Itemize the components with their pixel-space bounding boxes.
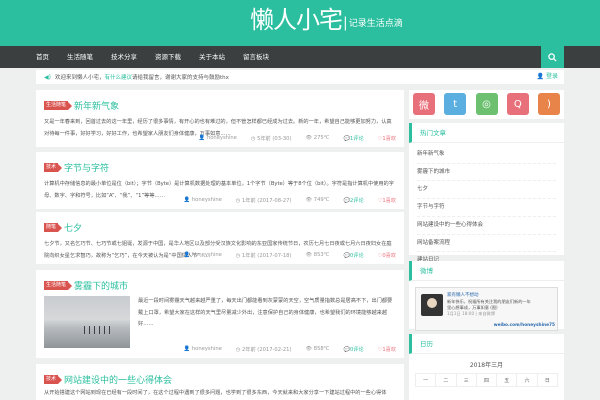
- post-comments[interactable]: 💬0评论: [344, 252, 364, 259]
- weekday-label: 二: [435, 373, 457, 387]
- popular-post-link[interactable]: 新年新气象: [417, 146, 556, 164]
- search-icon: [548, 52, 557, 62]
- logo-separator: |: [343, 15, 348, 31]
- post-title[interactable]: 新年新气象: [74, 99, 119, 112]
- weibo-text: 新年快乐，祝福所有关注我的朋友们新的一年里心想事成，万事如意 (图) 1月1日 1…: [447, 299, 531, 316]
- post-meta: 👤 honeyshine ◷ 2年前 (2017-02-21) 👁 858℃ 💬…: [170, 346, 396, 353]
- post-title-row[interactable]: 生活随笔 新年新气象: [44, 99, 119, 112]
- popular-post-link[interactable]: 雾霾下的城市: [417, 164, 556, 182]
- widget-title: 微博: [409, 261, 564, 281]
- category-badge[interactable]: 生活随笔: [44, 101, 69, 110]
- rss-icon[interactable]: ): [538, 93, 560, 115]
- nav-item-downloads[interactable]: 资源下载: [155, 46, 181, 68]
- post-excerpt: 最近一段时间雾霾天气越来越严重了，每天出门都能看到灰蒙蒙的天空，空气质量指数总是…: [138, 298, 393, 327]
- post-title-row[interactable]: 技术 字节与字符: [44, 161, 109, 174]
- post-date: ◷ 2年前 (2017-02-21): [235, 347, 292, 353]
- main-nav: 首页 生活随笔 技术分享 资源下载 关于本站 留言板块: [0, 46, 600, 68]
- post-likes[interactable]: ♡0喜欢: [378, 252, 396, 259]
- weekday-label: 日: [536, 373, 559, 387]
- post-meta: 👤 honeyshine ◷ 1年前 (2017-08-27) 👁 749℃ 💬…: [170, 197, 396, 204]
- weekday-label: 五: [496, 373, 518, 387]
- weekday-label: 一: [414, 373, 437, 387]
- nav-item-guestbook[interactable]: 留言板块: [243, 46, 269, 68]
- post-views: 👁 858℃: [305, 346, 330, 352]
- post-title[interactable]: 字节与字符: [64, 161, 109, 174]
- wechat-icon[interactable]: ◎: [475, 93, 498, 115]
- post-meta: 👤 honeyshine ◷ 5年前 (03-30) 👁 275℃ 💬1评论 ♡…: [185, 135, 396, 142]
- post-title-row[interactable]: 生活随笔 雾霾下的城市: [44, 279, 128, 292]
- calendar-table: 一 二 三 四 五 六 日: [414, 373, 559, 387]
- post-title[interactable]: 雾霾下的城市: [74, 279, 128, 292]
- popular-post-link[interactable]: 七夕: [417, 181, 556, 200]
- post-author[interactable]: 👤 honeyshine: [199, 135, 237, 142]
- post-views: 👁 853℃: [305, 252, 330, 258]
- weibo-link[interactable]: weibo.com/honeyshine75: [494, 323, 555, 328]
- post-author[interactable]: 👤 honeyshine: [184, 252, 222, 259]
- weekday-label: 四: [475, 373, 498, 387]
- post-card: 随笔 七夕 七夕节，又名乞巧节、七巧节或七姐诞，发源于中国，是华人地区以及部分受…: [36, 212, 404, 264]
- weekday-label: 三: [455, 373, 477, 387]
- nav-item-home[interactable]: 首页: [36, 46, 49, 68]
- qq-icon[interactable]: Q: [506, 93, 529, 115]
- post-comments[interactable]: 💬0评论: [344, 346, 364, 353]
- post-views: 👁 749℃: [305, 197, 330, 203]
- site-logo[interactable]: 懒人小宅 | 记录生活点滴: [250, 6, 403, 34]
- social-links: 微 t ◎ Q ): [409, 90, 564, 119]
- calendar-caption: 2018年三月: [469, 362, 504, 369]
- post-card: 生活随笔 新年新气象 又是一年春来到，回首过去的这一年里，经历了很多事情，有开心…: [36, 90, 404, 147]
- popular-post-link[interactable]: 网站建设中的一些心得体会: [417, 217, 556, 235]
- site-header: 懒人小宅 | 记录生活点滴: [0, 0, 600, 46]
- post-meta: 👤 honeyshine ◷ 1年前 (2017-07-18) 👁 853℃ 💬…: [170, 252, 396, 259]
- post-views: 👁 275℃: [305, 135, 330, 141]
- logo-title: 懒人小宅: [250, 6, 343, 34]
- widget-title: 日历: [409, 334, 564, 354]
- post-title[interactable]: 网站建设中的一些心得体会: [64, 373, 172, 386]
- post-title-row[interactable]: 技术 网站建设中的一些心得体会: [44, 373, 172, 386]
- post-likes[interactable]: ♡1喜欢: [378, 135, 396, 142]
- search-button[interactable]: [541, 46, 564, 68]
- post-thumbnail[interactable]: [44, 296, 130, 348]
- nav-item-about[interactable]: 关于本站: [199, 46, 225, 68]
- avatar[interactable]: [421, 294, 443, 316]
- post-date: ◷ 1年前 (2017-07-18): [235, 253, 292, 259]
- speaker-icon: ◀): [44, 73, 51, 81]
- post-title[interactable]: 七夕: [64, 221, 82, 234]
- category-badge[interactable]: 生活随笔: [44, 281, 69, 290]
- post-comments[interactable]: 💬2评论: [344, 197, 364, 204]
- post-likes[interactable]: ♡1喜欢: [378, 197, 396, 204]
- post-card: 生活随笔 雾霾下的城市 最近一段时间雾霾天气越来越严重了，每天出门都能看到灰蒙蒙…: [36, 270, 404, 358]
- post-author[interactable]: 👤 honeyshine: [184, 346, 222, 353]
- nav-item-tech[interactable]: 技术分享: [111, 46, 137, 68]
- post-author[interactable]: 👤 honeyshine: [184, 197, 222, 204]
- category-badge[interactable]: 技术: [44, 375, 59, 384]
- login-link[interactable]: 👤 登录: [537, 70, 558, 84]
- weibo-username[interactable]: 家有懒人不想动: [447, 292, 479, 298]
- post-title-row[interactable]: 随笔 七夕: [44, 221, 82, 234]
- post-likes[interactable]: ♡1喜欢: [378, 346, 396, 353]
- widget-title: 热门文章: [409, 123, 564, 143]
- post-date: ◷ 1年前 (2017-08-27): [235, 198, 292, 204]
- twitter-icon[interactable]: t: [444, 93, 467, 115]
- category-badge[interactable]: 随笔: [44, 223, 59, 232]
- popular-post-link[interactable]: 字节与字符: [417, 199, 556, 217]
- weibo-widget: 微博 家有懒人不想动 新年快乐，祝福所有关注我的朋友们新的一年里心想事成，万事如…: [409, 261, 564, 331]
- popular-posts-widget: 热门文章 新年新气象 雾霾下的城市 七夕 字节与字符 网站建设中的一些心得体会 …: [409, 123, 564, 270]
- post-excerpt: 从开始搭建这个网站到现在已经有一段时间了，在这个过程中遇到了很多问题，也学到了很…: [44, 390, 387, 396]
- post-date: ◷ 5年前 (03-30): [250, 136, 292, 142]
- category-badge[interactable]: 技术: [44, 163, 59, 172]
- post-card: 技术 网站建设中的一些心得体会 从开始搭建这个网站到现在已经有一段时间了，在这个…: [36, 364, 404, 400]
- popular-post-link[interactable]: 网站备案流程: [417, 235, 556, 253]
- post-comments[interactable]: 💬1评论: [344, 135, 364, 142]
- logo-subtitle: 记录生活点滴: [348, 19, 403, 29]
- calendar-widget: 日历 2018年三月 一 二 三 四 五 六 日: [409, 334, 564, 400]
- post-card: 技术 字节与字符 计算机中存储信息的最小单位是位（bit）；字节（Byte）是计…: [36, 152, 404, 209]
- nav-item-life[interactable]: 生活随笔: [67, 46, 93, 68]
- weibo-card[interactable]: 家有懒人不想动 新年快乐，祝福所有关注我的朋友们新的一年里心想事成，万事如意 (…: [415, 287, 558, 331]
- user-icon: 👤: [536, 73, 545, 80]
- weekday-label: 六: [516, 373, 538, 387]
- notice-text: 欢迎来到懒人小宅，有什么建议请给我留言，谢谢大家的支持与鼓励thx: [54, 75, 229, 81]
- notice-bar: ◀) 欢迎来到懒人小宅，有什么建议请给我留言，谢谢大家的支持与鼓励thx 👤 登…: [36, 70, 564, 84]
- weibo-icon[interactable]: 微: [413, 93, 435, 115]
